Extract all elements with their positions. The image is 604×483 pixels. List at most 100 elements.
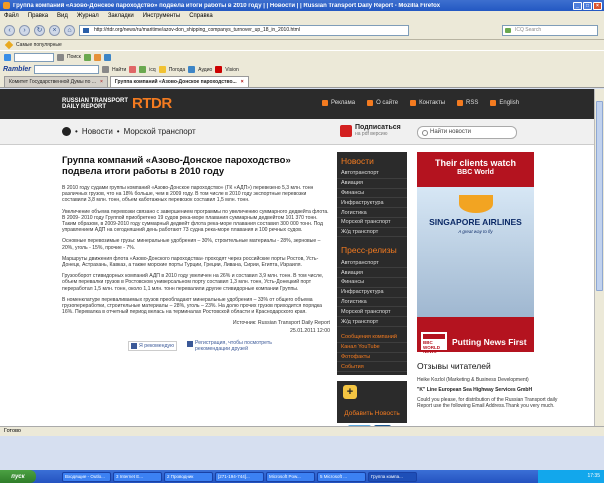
menu-help[interactable]: Справка <box>189 13 213 19</box>
toolbar-search-icon[interactable] <box>57 53 64 61</box>
task-chat[interactable]: [271-194-744]... <box>215 471 264 482</box>
nav-ads[interactable]: Реклама <box>322 100 355 106</box>
menu-bookmarks[interactable]: Закладки <box>108 13 134 19</box>
menu-tools[interactable]: Инструменты <box>143 13 180 19</box>
link-company-messages[interactable]: Сообщения компаний <box>337 333 407 343</box>
close-tab-icon[interactable]: × <box>241 79 244 85</box>
press-item-auto[interactable]: Автотранспорт <box>337 258 407 269</box>
url-bar[interactable]: http://rtdr.org/news/ru/maritime/azov-do… <box>79 24 409 36</box>
sidebar-item-finance[interactable]: Финансы <box>337 189 407 199</box>
press-item-aviation[interactable]: Авиация <box>337 268 407 279</box>
close-button[interactable]: × <box>593 1 602 10</box>
home-icon[interactable]: ⌂ <box>64 24 75 36</box>
link-youtube[interactable]: Канал YouTube <box>337 343 407 353</box>
bbc-world-news-logo: BBC WORLD NEWS <box>421 332 447 354</box>
info-icon <box>367 100 374 106</box>
browser-search-input[interactable]: ICQ Search <box>502 24 598 36</box>
nav-rss[interactable]: RSS <box>457 100 478 106</box>
press-item-logistics[interactable]: Логистика <box>337 298 407 308</box>
icq-icon[interactable] <box>139 66 147 73</box>
press-item-maritime[interactable]: Морской транспорт <box>337 307 407 318</box>
sidebar: Новости Автотранспорт Авиация Финансы Ин… <box>337 152 407 376</box>
sidebar-item-infrastructure[interactable]: Инфраструктура <box>337 198 407 209</box>
menu-history[interactable]: Журнал <box>77 13 99 19</box>
news-search-input[interactable]: Найти новости <box>417 126 517 139</box>
menu-edit[interactable]: Правка <box>28 13 48 19</box>
article-title: Группа компаний «Азово-Донское пароходст… <box>62 155 291 177</box>
toolbar-button-icon[interactable] <box>129 66 137 73</box>
site-logo-text[interactable]: Russian Transport Daily Report <box>62 98 128 110</box>
menu-file[interactable]: Файл <box>4 13 19 19</box>
sidebar-press-title[interactable]: Пресс-релизы <box>337 241 407 258</box>
toolbar-button-icon[interactable] <box>103 53 111 61</box>
sidebar-item-aviation[interactable]: Авиация <box>337 179 407 189</box>
press-item-infrastructure[interactable]: Инфраструктура <box>337 288 407 298</box>
desktop-area <box>0 436 604 470</box>
maximize-button[interactable]: □ <box>583 1 592 10</box>
weather-button[interactable]: Погода <box>169 67 185 73</box>
minimize-button[interactable]: _ <box>573 1 582 10</box>
facebook-icon <box>187 341 193 348</box>
sidebar-item-rail[interactable]: Ж/д транспорт <box>337 228 407 238</box>
task-microsoft[interactable]: 5 Microsoft ... <box>317 471 366 482</box>
task-powerpoint[interactable]: Microsoft Pow... <box>266 471 315 482</box>
subscribe-pdf[interactable]: Подписаться на pdf версию <box>340 124 401 137</box>
vision-icon <box>215 66 223 73</box>
start-button[interactable]: пуск <box>0 470 36 483</box>
rambler-search-input[interactable] <box>34 65 100 74</box>
task-internet-explorer[interactable]: 3 Internet E... <box>113 471 162 482</box>
page-scrollbar[interactable] <box>594 89 604 426</box>
sidebar-item-maritime[interactable]: Морской транспорт <box>337 218 407 228</box>
icq-button[interactable]: icq <box>149 67 155 73</box>
link-photofacts[interactable]: Фотофакты <box>337 353 407 363</box>
facebook-register-link[interactable]: Регистрация, чтобы посмотреть рекомендац… <box>187 340 305 352</box>
stop-icon[interactable]: × <box>49 24 60 36</box>
bookmark-most-visited[interactable]: Самые популярные <box>16 42 62 48</box>
reload-icon[interactable]: ↻ <box>34 24 45 36</box>
breadcrumb-news[interactable]: Новости <box>82 127 113 136</box>
review-author: Heike Kozlol (Marketing & Business Devel… <box>417 377 529 383</box>
breadcrumb-maritime[interactable]: Морской транспорт <box>124 127 196 136</box>
header-nav: Реклама О сайте Контакты RSS English <box>322 100 519 106</box>
clock[interactable]: 17:35 <box>538 470 604 483</box>
close-tab-icon[interactable]: × <box>100 79 103 85</box>
task-explorer[interactable]: 2 Проводник <box>164 471 213 482</box>
taskbar-tasks: Входящие - Outlo... 3 Internet E... 2 Пр… <box>62 471 417 482</box>
bbc-advertisement[interactable]: Their clients watch BBC World SINGAPORE … <box>417 152 534 354</box>
back-arrow-icon[interactable]: ‹ <box>4 24 15 36</box>
audio-button[interactable]: Аудио <box>198 67 212 73</box>
scrollbar-thumb[interactable] <box>596 101 603 291</box>
nav-about[interactable]: О сайте <box>367 100 398 106</box>
task-firefox[interactable]: Группа компа... <box>368 471 417 482</box>
toolbar-search-label[interactable]: Поиск <box>67 54 81 60</box>
nav-contacts[interactable]: Контакты <box>410 100 445 106</box>
toolbar-search-field[interactable] <box>14 52 54 62</box>
toolbar-button-icon[interactable] <box>83 53 91 61</box>
nav-english[interactable]: English <box>490 100 519 106</box>
recommend-button[interactable]: Я рекомендую <box>128 341 177 352</box>
window-titlebar: Группа компаний «Азово-Донское пароходст… <box>0 0 604 11</box>
link-events[interactable]: События <box>337 362 407 373</box>
star-icon <box>4 40 14 50</box>
reviews-title: Отзывы читателей <box>417 361 491 371</box>
press-item-rail[interactable]: Ж/д транспорт <box>337 317 407 327</box>
menu-view[interactable]: Вид <box>57 13 68 19</box>
vision-button[interactable]: Vision <box>225 67 239 73</box>
forward-arrow-icon[interactable]: › <box>19 24 30 36</box>
toolbar-button-icon[interactable] <box>93 53 101 61</box>
tab-duma-committee[interactable]: Комитет Государственной Думы по ... × <box>4 76 108 87</box>
article-paragraph: Основные перевозимые грузы: минеральные … <box>62 238 321 251</box>
sidebar-news-list: Автотранспорт Авиация Финансы Инфраструк… <box>337 169 407 238</box>
sidebar-item-auto[interactable]: Автотранспорт <box>337 169 407 179</box>
add-news-button[interactable]: + Добавить Новость <box>337 381 407 423</box>
press-item-finance[interactable]: Финансы <box>337 278 407 288</box>
sidebar-news-title[interactable]: Новости <box>337 152 407 169</box>
magnifier-icon[interactable] <box>102 66 110 73</box>
sidebar-item-logistics[interactable]: Логистика <box>337 208 407 218</box>
rambler-find-button[interactable]: Найти <box>112 67 126 73</box>
task-outlook[interactable]: Входящие - Outlo... <box>62 471 111 482</box>
site-header: Russian Transport Daily Report RTDR Рекл… <box>0 89 594 119</box>
site-logo[interactable]: RTDR <box>132 95 172 112</box>
tab-azov-don[interactable]: Группа компаний «Азово-Донское пароходст… <box>109 76 249 87</box>
home-icon[interactable] <box>62 127 71 136</box>
